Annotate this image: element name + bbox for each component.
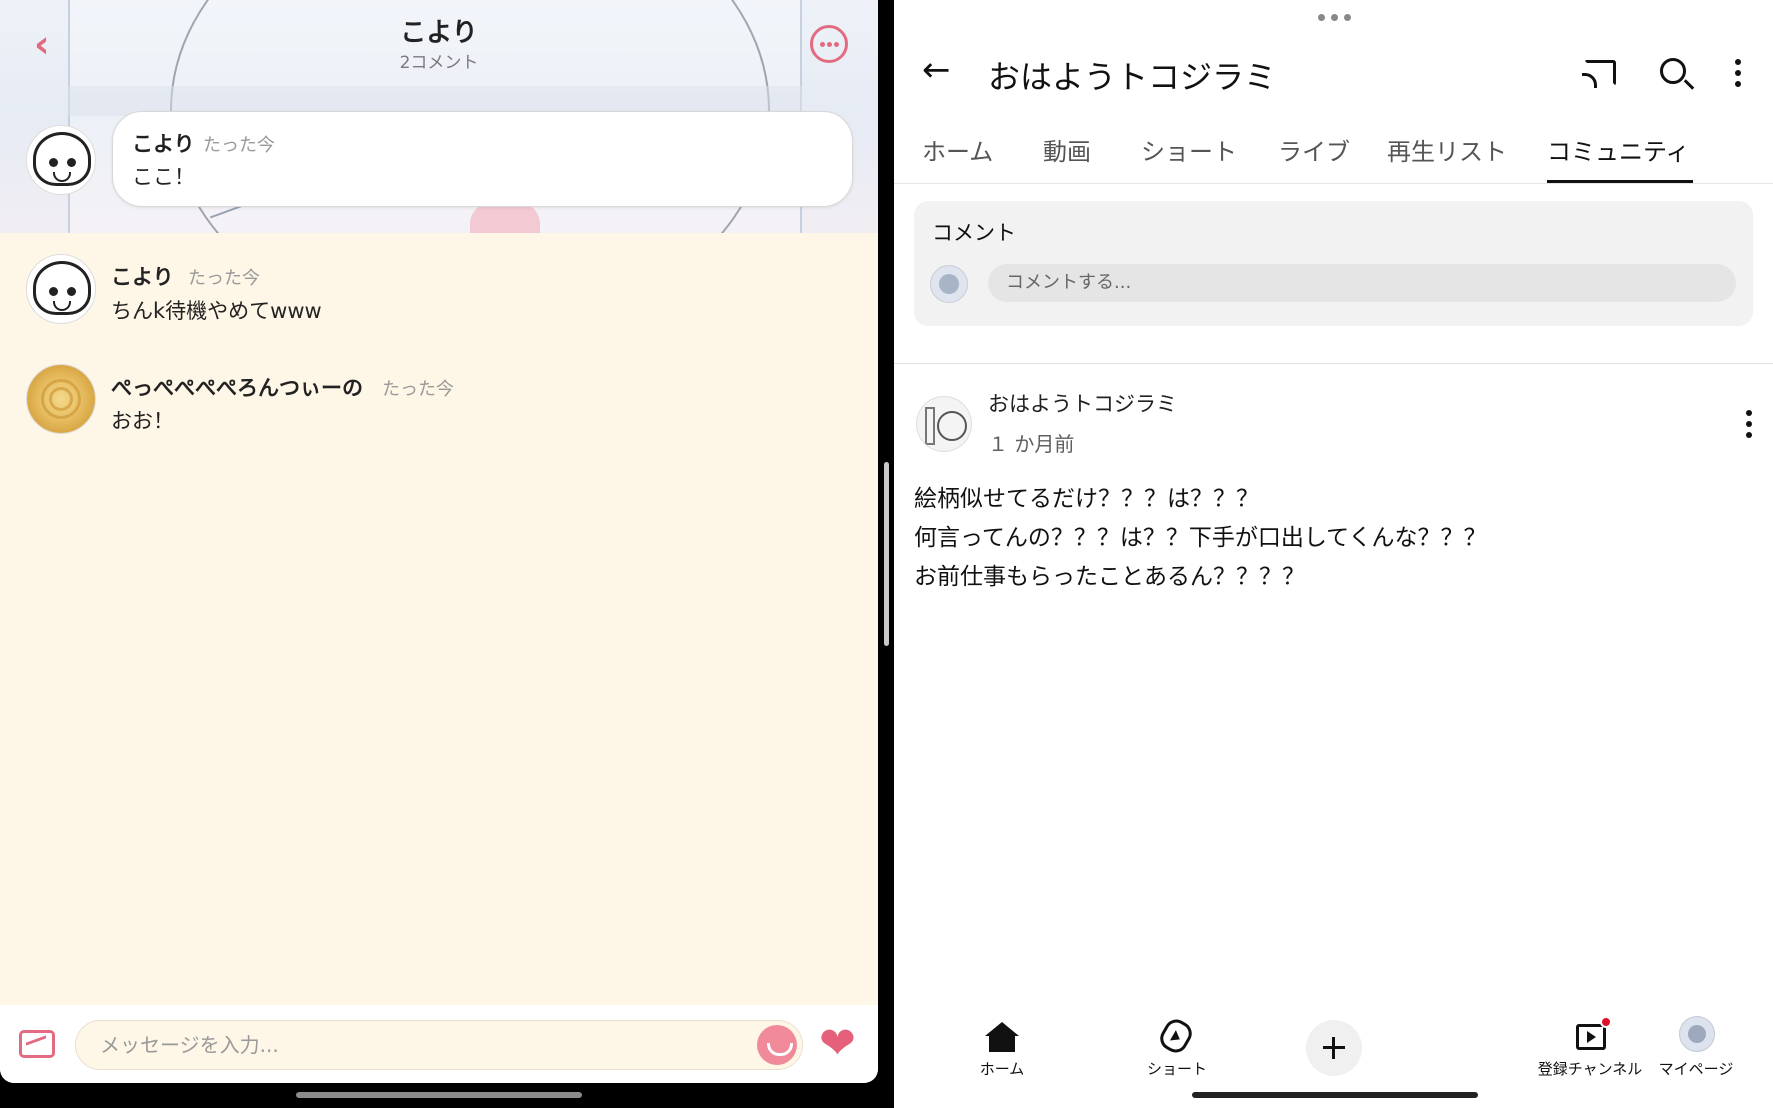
- more-options-icon[interactable]: [810, 25, 848, 63]
- post-line: 絵柄似せてるだけ？？？は？？？: [914, 486, 1259, 512]
- window-grab-handle[interactable]: [1318, 14, 1352, 22]
- pinned-comment-bubble: [112, 111, 853, 207]
- post-line: 何言ってんの？？？は？？下手が口出してくんな？？？: [914, 525, 1487, 551]
- nav-label: ショート: [1146, 1060, 1207, 1078]
- cast-icon[interactable]: [1582, 60, 1616, 88]
- comment-count: 2コメント: [399, 53, 479, 73]
- nav-you[interactable]: マイページ: [1626, 1010, 1766, 1090]
- post-timestamp: １ か月前: [988, 432, 1075, 456]
- back-arrow-icon[interactable]: ←: [922, 50, 951, 90]
- channel-tabs: ホーム 動画 ショート ライブ 再生リスト コミュニティ: [894, 118, 1773, 184]
- home-indicator[interactable]: [1192, 1092, 1478, 1098]
- comment-time: たった今: [382, 379, 454, 400]
- thread-title: こより: [400, 18, 478, 48]
- emoji-icon[interactable]: [757, 1025, 797, 1065]
- search-icon[interactable]: [1660, 58, 1686, 84]
- post-more-vert-icon[interactable]: [1746, 410, 1752, 443]
- post-body: 絵柄似せてるだけ？？？は？？？ 何言ってんの？？？は？？下手が口出してくんな？？…: [914, 480, 1486, 597]
- heart-icon[interactable]: ❤: [819, 1022, 863, 1066]
- nav-label: マイページ: [1658, 1060, 1734, 1078]
- split-view-divider[interactable]: [884, 462, 889, 646]
- comment-time: たった今: [188, 268, 260, 289]
- avatar: [930, 265, 968, 303]
- post-line: お前仕事もらったことあるん？？？？: [914, 564, 1305, 590]
- comment-text: おお！: [111, 409, 174, 433]
- tab-playlists[interactable]: 再生リスト: [1387, 132, 1507, 167]
- post-channel-name[interactable]: おはようトコジラミ: [988, 388, 1177, 418]
- home-indicator[interactable]: [296, 1092, 582, 1098]
- tab-community[interactable]: コミュニティ: [1547, 132, 1690, 167]
- tab-live[interactable]: ライブ: [1278, 132, 1350, 167]
- comment-author: ぺっぺぺぺぺろんつぃーの: [111, 376, 363, 400]
- avatar: [1679, 1016, 1715, 1052]
- comment-text: ちんk待機やめてwww: [111, 299, 322, 323]
- avatar[interactable]: [26, 364, 96, 434]
- nav-shorts[interactable]: ショート: [1107, 1010, 1247, 1090]
- active-tab-indicator: [1547, 180, 1693, 183]
- divider: [894, 363, 1773, 364]
- shorts-icon: [1155, 1015, 1197, 1057]
- tab-home[interactable]: ホーム: [922, 132, 993, 167]
- nav-label: ホーム: [979, 1060, 1025, 1078]
- subscriptions-icon: [1576, 1024, 1606, 1050]
- image-attach-icon[interactable]: [19, 1030, 55, 1058]
- comment-text: ここ！: [132, 165, 195, 189]
- message-input[interactable]: メッセージを入力...: [75, 1020, 803, 1070]
- notification-dot: [1600, 1016, 1612, 1028]
- avatar[interactable]: [26, 254, 96, 324]
- more-vert-icon[interactable]: [1735, 59, 1741, 92]
- comment-card-label: コメント: [932, 221, 1016, 245]
- comment-input[interactable]: コメントする...: [988, 264, 1736, 302]
- community-comment-card: コメント コメントする...: [914, 201, 1753, 326]
- home-icon: [985, 1022, 1019, 1052]
- channel-avatar[interactable]: [916, 396, 972, 452]
- chat-app-pane: ‹ こより 2コメント こより たった今 ここ！ こより たった今 ちんk待機や…: [0, 0, 878, 1083]
- avatar[interactable]: [26, 125, 96, 195]
- tab-shorts[interactable]: ショート: [1141, 132, 1237, 167]
- channel-title: おはようトコジラミ: [988, 58, 1277, 96]
- youtube-app-pane: ← おはようトコジラミ ホーム 動画 ショート ライブ 再生リスト コミュニティ…: [894, 0, 1773, 1108]
- nav-home[interactable]: ホーム: [932, 1010, 1072, 1090]
- tab-videos[interactable]: 動画: [1043, 132, 1091, 167]
- comment-author: こより: [132, 132, 195, 156]
- comment-time: たった今: [203, 135, 275, 156]
- comment-author: こより: [111, 265, 174, 289]
